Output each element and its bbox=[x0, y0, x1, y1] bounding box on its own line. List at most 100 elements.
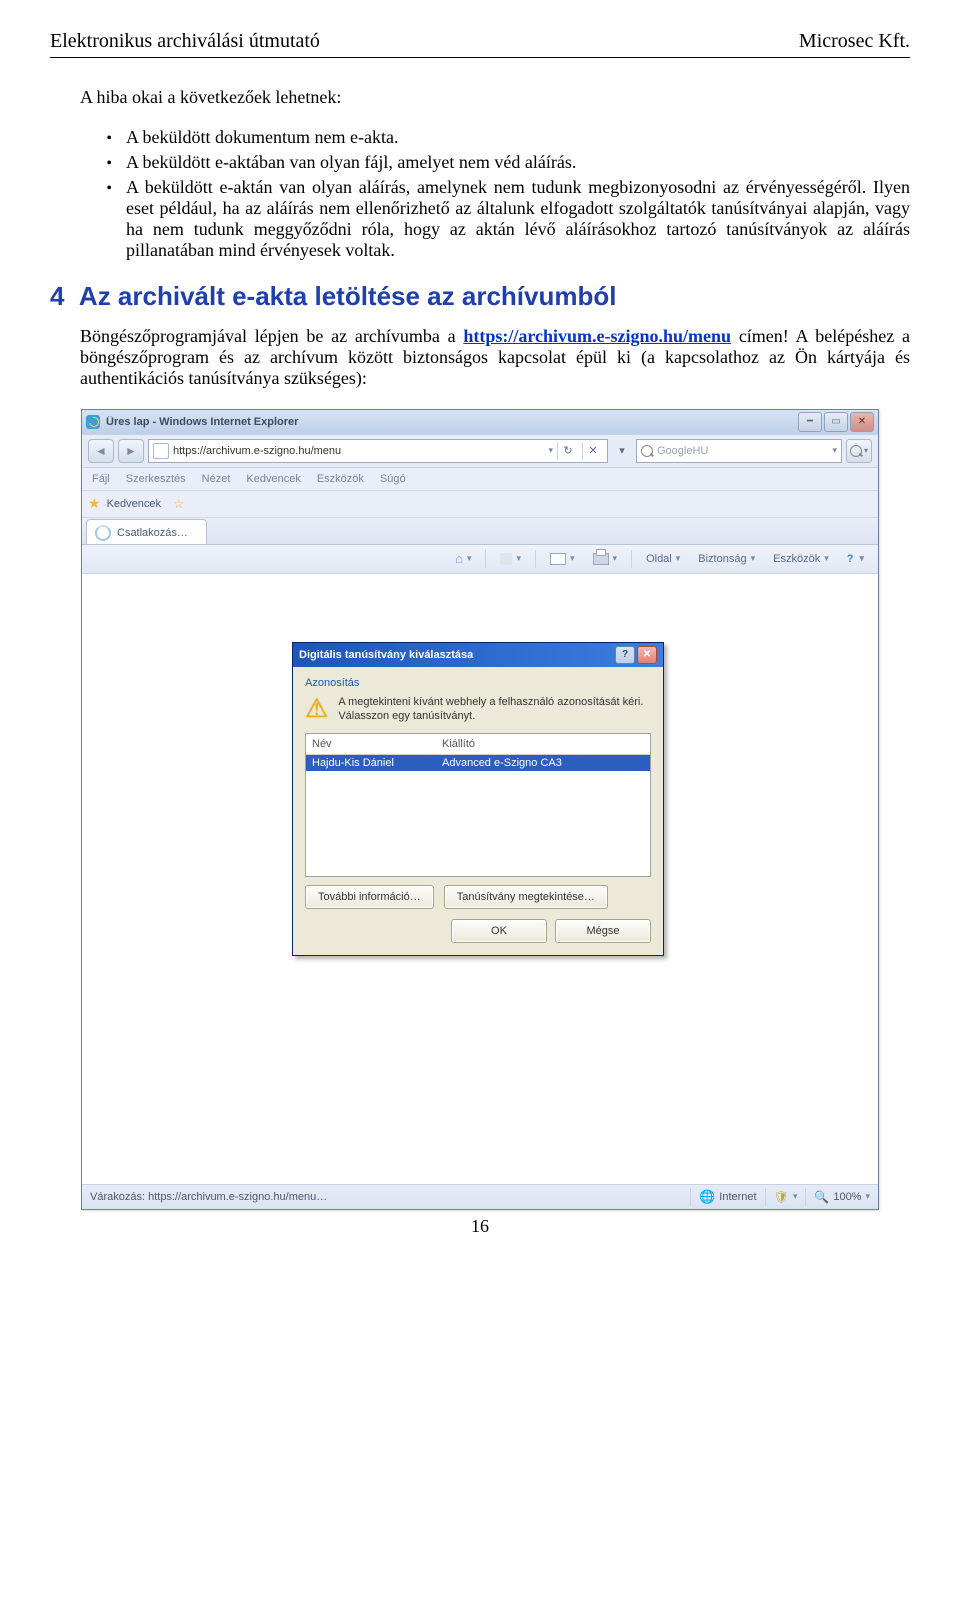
menu-file[interactable]: Fájl bbox=[92, 473, 110, 485]
tab-connecting[interactable]: Csatlakozás… bbox=[86, 519, 207, 544]
address-text: https://archivum.e-szigno.hu/menu bbox=[173, 445, 544, 457]
close-button[interactable]: ✕ bbox=[850, 412, 874, 432]
feeds-button[interactable]: ▾ bbox=[494, 548, 527, 570]
cert-dialog: Digitális tanúsítvány kiválasztása ? ✕ A… bbox=[292, 642, 664, 957]
menu-favorites[interactable]: Kedvencek bbox=[246, 473, 300, 485]
more-info-button[interactable]: További információ… bbox=[305, 885, 434, 909]
zoom-value: 100% bbox=[833, 1191, 861, 1203]
search-go-button[interactable]: ▾ bbox=[846, 439, 872, 463]
dialog-okcancel: OK Mégse bbox=[305, 919, 651, 943]
view-cert-button[interactable]: Tanúsítvány megtekintése… bbox=[444, 885, 608, 909]
status-protected-mode: 🛡 ▾ bbox=[765, 1188, 798, 1206]
add-favorite-icon[interactable]: ☆ bbox=[173, 496, 185, 512]
cert-row-name: Hajdu-Kis Dániel bbox=[312, 757, 442, 769]
dialog-group-label: Azonosítás bbox=[305, 677, 651, 689]
window-title: Üres lap - Windows Internet Explorer bbox=[106, 416, 798, 428]
toolbar-row: ⌂▾ ▾ ▾ ▾ Oldal ▾ Biztonság ▾ Eszközök ▾ … bbox=[82, 545, 878, 574]
menu-help[interactable]: Súgó bbox=[380, 473, 406, 485]
bullet-item: A beküldött dokumentum nem e-akta. bbox=[120, 127, 910, 148]
browser-titlebar: Üres lap - Windows Internet Explorer ━ ▭… bbox=[82, 410, 878, 434]
browser-content: Digitális tanúsítvány kiválasztása ? ✕ A… bbox=[82, 574, 878, 1184]
header-underline bbox=[50, 57, 910, 58]
toolbar-separator bbox=[485, 550, 486, 568]
address-dropdown-icon[interactable]: ▾ bbox=[548, 445, 553, 456]
status-text: Várakozás: https://archivum.e-szigno.hu/… bbox=[90, 1191, 430, 1203]
bullet-list: A beküldött dokumentum nem e-akta. A bek… bbox=[100, 127, 910, 261]
connecting-icon bbox=[95, 525, 111, 541]
column-name: Név bbox=[312, 738, 442, 750]
search-placeholder: GoogleHU bbox=[657, 445, 828, 457]
help-button[interactable]: ?▾ bbox=[841, 548, 870, 570]
refresh-button[interactable]: ↻ bbox=[557, 442, 578, 460]
warning-icon: ⚠ bbox=[305, 695, 328, 723]
page-header: Elektronikus archiválási útmutató Micros… bbox=[50, 30, 910, 57]
tab-row: Csatlakozás… bbox=[82, 518, 878, 545]
mail-icon bbox=[550, 553, 566, 565]
cancel-button[interactable]: Mégse bbox=[555, 919, 651, 943]
favorites-bar: ★ Kedvencek ☆ bbox=[82, 491, 878, 518]
favorites-label[interactable]: Kedvencek bbox=[107, 498, 161, 510]
search-dropdown-icon[interactable]: ▾ bbox=[832, 445, 837, 456]
rss-icon bbox=[500, 553, 512, 565]
cert-row-issuer: Advanced e-Szigno CA3 bbox=[442, 757, 644, 769]
dialog-message-row: ⚠ A megtekinteni kívánt webhely a felhas… bbox=[305, 695, 651, 724]
forward-button[interactable]: ► bbox=[118, 439, 144, 463]
dialog-help-button[interactable]: ? bbox=[615, 646, 635, 664]
back-button[interactable]: ◄ bbox=[88, 439, 114, 463]
star-icon[interactable]: ★ bbox=[88, 495, 101, 512]
menu-bar: Fájl Szerkesztés Nézet Kedvencek Eszközö… bbox=[82, 468, 878, 491]
zone-label: Internet bbox=[719, 1191, 756, 1203]
page-menu-button[interactable]: Oldal ▾ bbox=[640, 548, 686, 570]
bullet-item: A beküldött e-aktán van olyan aláírás, a… bbox=[120, 177, 910, 261]
cert-row[interactable]: Hajdu-Kis Dániel Advanced e-Szigno CA3 bbox=[306, 755, 650, 771]
window-controls: ━ ▭ ✕ bbox=[798, 412, 874, 432]
browser-window: Üres lap - Windows Internet Explorer ━ ▭… bbox=[81, 409, 879, 1210]
maximize-button[interactable]: ▭ bbox=[824, 412, 848, 432]
print-button[interactable]: ▾ bbox=[587, 548, 624, 570]
menu-edit[interactable]: Szerkesztés bbox=[126, 473, 186, 485]
toolbar-separator bbox=[535, 550, 536, 568]
globe-icon: 🌐 bbox=[699, 1189, 715, 1205]
ie-icon bbox=[86, 415, 100, 429]
minimize-button[interactable]: ━ bbox=[798, 412, 822, 432]
dialog-close-button[interactable]: ✕ bbox=[637, 646, 657, 664]
printer-icon bbox=[593, 553, 609, 565]
tab-label: Csatlakozás… bbox=[117, 527, 188, 539]
address-row: ◄ ► https://archivum.e-szigno.hu/menu ▾ … bbox=[82, 434, 878, 468]
home-button[interactable]: ⌂▾ bbox=[449, 548, 477, 570]
search-icon bbox=[641, 445, 653, 457]
safety-menu-button[interactable]: Biztonság ▾ bbox=[692, 548, 761, 570]
search-field[interactable]: GoogleHU ▾ bbox=[636, 439, 842, 463]
page-icon bbox=[153, 443, 169, 459]
header-right: Microsec Kft. bbox=[799, 30, 910, 53]
address-field[interactable]: https://archivum.e-szigno.hu/menu ▾ ↻ ✕ bbox=[148, 439, 608, 463]
dialog-body: Azonosítás ⚠ A megtekinteni kívánt webhe… bbox=[293, 667, 663, 956]
menu-tools[interactable]: Eszközök bbox=[317, 473, 364, 485]
home-icon: ⌂ bbox=[455, 551, 463, 566]
archive-url-link[interactable]: https://archivum.e-szigno.hu/menu bbox=[463, 326, 731, 346]
shield-icon: 🛡 bbox=[774, 1190, 789, 1204]
search-provider-dropdown[interactable]: ▾ bbox=[612, 444, 632, 457]
tools-menu-button[interactable]: Eszközök ▾ bbox=[767, 548, 835, 570]
page-number: 16 bbox=[50, 1216, 910, 1237]
section-number: 4 bbox=[50, 281, 64, 311]
stop-button[interactable]: ✕ bbox=[582, 442, 603, 460]
status-zone: 🌐 Internet bbox=[690, 1188, 757, 1206]
mail-button[interactable]: ▾ bbox=[544, 548, 581, 570]
ok-button[interactable]: OK bbox=[451, 919, 547, 943]
bullet-item: A beküldött e-aktában van olyan fájl, am… bbox=[120, 152, 910, 173]
dialog-message: A megtekinteni kívánt webhely a felhaszn… bbox=[338, 695, 651, 724]
status-zoom[interactable]: 🔍 100% ▾ bbox=[805, 1188, 870, 1206]
dialog-title: Digitális tanúsítvány kiválasztása bbox=[299, 649, 613, 661]
status-bar: Várakozás: https://archivum.e-szigno.hu/… bbox=[82, 1184, 878, 1209]
cert-listbox[interactable]: Név Kiállító Hajdu-Kis Dániel Advanced e… bbox=[305, 733, 651, 877]
menu-view[interactable]: Nézet bbox=[202, 473, 231, 485]
section-heading: 4 Az archivált e-akta letöltése az archí… bbox=[50, 281, 910, 312]
dialog-secondary-buttons: További információ… Tanúsítvány megtekin… bbox=[305, 885, 651, 909]
section-paragraph: Böngészőprogramjával lépjen be az archív… bbox=[80, 326, 910, 389]
column-issuer: Kiállító bbox=[442, 738, 644, 750]
dialog-titlebar: Digitális tanúsítvány kiválasztása ? ✕ bbox=[293, 643, 663, 667]
section-title: Az archivált e-akta letöltése az archívu… bbox=[79, 281, 617, 311]
chevron-down-icon: ▾ bbox=[865, 1191, 870, 1202]
toolbar-separator bbox=[631, 550, 632, 568]
